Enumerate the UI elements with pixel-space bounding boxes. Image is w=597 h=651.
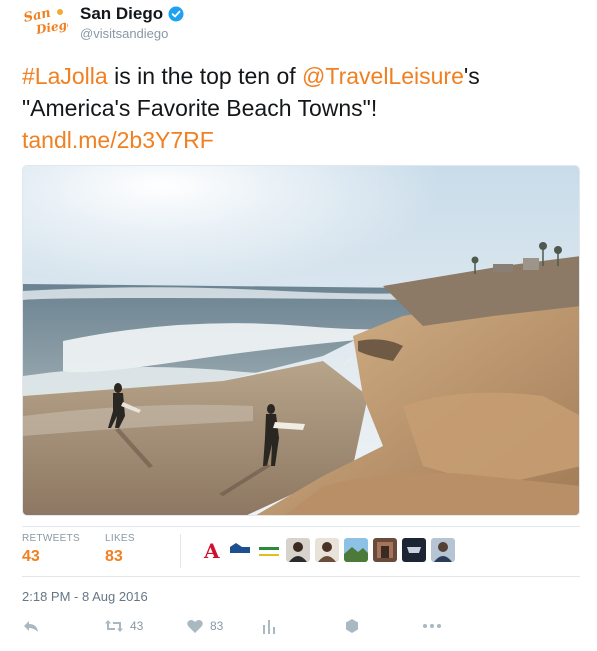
liker-avatar[interactable] [286,538,310,562]
reply-icon [24,621,38,632]
more-icon [423,624,441,628]
add-to-moment-button[interactable] [344,618,360,634]
account-avatar[interactable]: San Diego [22,6,75,38]
heart-icon [187,619,203,633]
tweet-text-part1: is in the top ten of [107,63,303,89]
more-button[interactable] [422,618,442,634]
tweet-url-link[interactable]: tandl.me/2b3Y7RF [22,127,214,153]
hashtag-link[interactable]: #LaJolla [22,63,108,89]
hexagon-icon [346,619,358,633]
liker-avatar-logo-icon [402,538,426,562]
analytics-icon [263,620,275,634]
liker-avatar[interactable] [257,538,281,562]
likes-label: LIKES [105,533,135,544]
liker-avatar[interactable] [431,538,455,562]
mention-link[interactable]: @TravelLeisure [302,63,464,89]
liker-avatar-a-icon: A [199,538,223,562]
display-name-text[interactable]: San Diego [80,4,163,24]
likes-stat[interactable]: LIKES 83 [105,533,135,566]
beach-photo-image [23,166,579,515]
liker-avatar[interactable] [344,538,368,562]
reply-button[interactable] [22,618,40,634]
retweets-label: RETWEETS [22,533,80,544]
stats-divider-top [22,526,580,527]
retweets-value[interactable]: 43 [22,548,80,566]
liker-avatar[interactable] [402,538,426,562]
retweet-count: 43 [130,619,144,633]
liker-avatar-logo-icon [257,538,281,562]
liker-avatar-logo-icon [228,538,252,562]
likers-avatars: A [199,538,455,562]
liker-avatar[interactable] [373,538,397,562]
stats-vertical-divider [180,534,181,568]
stats-divider-bottom [22,576,580,577]
retweets-stat[interactable]: RETWEETS 43 [22,533,80,566]
liker-avatar-person-icon [286,538,310,562]
display-name[interactable]: San Diego [80,4,184,24]
like-count: 83 [210,619,224,633]
liker-avatar[interactable] [228,538,252,562]
liker-avatar-landscape-icon [344,538,368,562]
liker-avatar[interactable] [315,538,339,562]
retweet-button[interactable]: 43 [104,618,143,634]
analytics-button[interactable] [262,618,276,634]
liker-avatar-person-icon [431,538,455,562]
tweet-timestamp[interactable]: 2:18 PM - 8 Aug 2016 [22,589,148,604]
like-button[interactable]: 83 [186,618,223,634]
liker-avatar-landscape-icon [373,538,397,562]
tweet-photo[interactable] [22,165,580,516]
san-diego-logo-icon: San Diego [22,6,75,38]
verified-badge-icon [168,6,184,22]
svg-text:A: A [203,539,220,562]
retweet-icon [105,620,123,632]
tweet-actions: 43 83 [22,618,442,640]
account-handle[interactable]: @visitsandiego [80,26,168,41]
liker-avatar[interactable]: A [199,538,223,562]
liker-avatar-person-icon [315,538,339,562]
tweet-card: San Diego San Diego @visitsandiego #LaJo… [0,0,597,651]
likes-value[interactable]: 83 [105,548,135,566]
tweet-text: #LaJolla is in the top ten of @TravelLei… [22,60,582,156]
